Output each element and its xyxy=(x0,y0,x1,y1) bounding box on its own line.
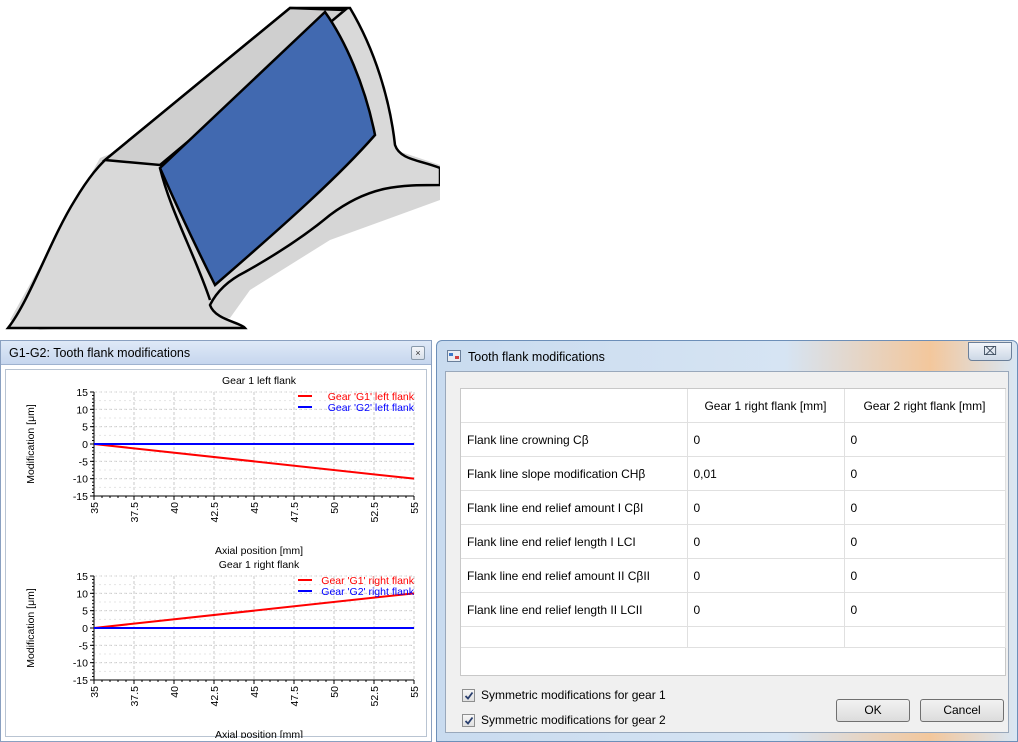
app-icon xyxy=(447,350,461,362)
x-tick-label: 35 xyxy=(89,502,101,514)
row-label: Flank line end relief length II LCII xyxy=(461,592,688,627)
chart-title: Gear 1 right flank xyxy=(219,559,300,571)
chart-window-title: G1-G2: Tooth flank modifications xyxy=(9,346,191,360)
checkbox-gear1-label: Symmetric modifications for gear 1 xyxy=(481,688,666,702)
y-tick-label: 0 xyxy=(82,623,88,635)
gear2-value-cell[interactable]: 0 xyxy=(844,524,1006,559)
x-tick-label: 35 xyxy=(89,686,101,698)
header-gear2: Gear 2 right flank [mm] xyxy=(844,389,1006,423)
legend-entry: Gear 'G2' right flank xyxy=(321,586,414,598)
y-tick-label: -15 xyxy=(73,491,88,503)
flank-charts: Gear 1 left flank151050-5-10-1535 37.5 40 4… xyxy=(25,375,421,738)
gear-tooth-illustration xyxy=(5,6,440,330)
x-tick-label: 42.5 xyxy=(209,686,221,707)
y-tick-label: -5 xyxy=(79,456,88,468)
checkmark-icon xyxy=(464,691,474,700)
gear2-value-cell[interactable]: 0 xyxy=(844,490,1006,525)
table-row: Flank line end relief amount I CβI 0 0 xyxy=(461,490,1006,525)
gear2-value-cell[interactable]: 0 xyxy=(844,558,1006,593)
x-tick-label: 55 xyxy=(409,502,421,514)
empty-cell xyxy=(844,626,1006,648)
x-tick-label: 40 xyxy=(169,502,181,514)
y-tick-label: -10 xyxy=(73,658,88,670)
gear2-value-cell[interactable]: 0 xyxy=(844,422,1006,457)
y-tick-label: -10 xyxy=(73,474,88,486)
row-label: Flank line end relief length I LCI xyxy=(461,524,688,559)
tooth-flank-dialog: Tooth flank modifications ⌧ Gear 1 right… xyxy=(436,340,1018,742)
x-tick-label: 55 xyxy=(409,686,421,698)
gear2-value-cell[interactable]: 0 xyxy=(844,592,1006,627)
checkbox-gear1[interactable] xyxy=(462,688,475,702)
dialog-titlebar[interactable]: Tooth flank modifications ⌧ xyxy=(437,341,1017,371)
row-label: Flank line slope modification CHβ xyxy=(461,456,688,491)
x-tick-label: 47.5 xyxy=(289,502,301,523)
table-empty-row xyxy=(461,626,1006,648)
gear1-value-cell[interactable]: 0 xyxy=(687,490,845,525)
table-row: Flank line end relief amount II CβII 0 0 xyxy=(461,558,1006,593)
modifications-table: Gear 1 right flank [mm] Gear 2 right fla… xyxy=(460,388,1006,676)
x-tick-label: 52.5 xyxy=(369,502,381,523)
x-tick-label: 42.5 xyxy=(209,502,221,523)
close-icon[interactable]: × xyxy=(411,346,425,360)
row-label: Flank line end relief amount I CβI xyxy=(461,490,688,525)
x-tick-label: 37.5 xyxy=(129,686,141,707)
x-tick-label: 50 xyxy=(329,686,341,698)
x-tick-label: 45 xyxy=(249,502,261,514)
chart-window: G1-G2: Tooth flank modifications × Gear … xyxy=(0,340,432,742)
x-tick-label: 47.5 xyxy=(289,686,301,707)
checkbox-row-gear2[interactable]: Symmetric modifications for gear 2 xyxy=(462,713,666,727)
y-tick-label: -15 xyxy=(73,675,88,687)
x-tick-label: 52.5 xyxy=(369,686,381,707)
y-tick-label: 5 xyxy=(82,422,88,434)
checkbox-row-gear1[interactable]: Symmetric modifications for gear 1 xyxy=(462,688,666,702)
gear1-value-cell[interactable]: 0 xyxy=(687,422,845,457)
checkmark-icon xyxy=(464,716,474,725)
table-row: Flank line crowning Cβ 0 0 xyxy=(461,422,1006,457)
gear1-value-cell[interactable]: 0 xyxy=(687,592,845,627)
y-tick-label: 15 xyxy=(76,387,88,399)
legend-entry: Gear 'G2' left flank xyxy=(328,402,415,414)
gear1-value-cell[interactable]: 0 xyxy=(687,524,845,559)
checkbox-gear2-label: Symmetric modifications for gear 2 xyxy=(481,713,666,727)
row-label: Flank line crowning Cβ xyxy=(461,422,688,457)
y-tick-label: 15 xyxy=(76,571,88,583)
table-row: Flank line slope modification CHβ 0,01 0 xyxy=(461,456,1006,491)
gear2-value-cell[interactable]: 0 xyxy=(844,456,1006,491)
x-axis-label: Axial position [mm] xyxy=(215,729,303,738)
empty-cell xyxy=(687,626,845,648)
table-header-row: Gear 1 right flank [mm] Gear 2 right fla… xyxy=(461,389,1006,423)
x-tick-label: 40 xyxy=(169,686,181,698)
header-corner xyxy=(461,389,688,423)
checkbox-gear2[interactable] xyxy=(462,713,475,727)
ok-button[interactable]: OK xyxy=(836,699,910,722)
chart-area: Gear 1 left flank 15 10 5 0 -5 -10 -15 35 37.5 40 4… xyxy=(5,369,427,738)
x-tick-label: 45 xyxy=(249,686,261,698)
row-label: Flank line end relief amount II CβII xyxy=(461,558,688,593)
cancel-button[interactable]: Cancel xyxy=(920,699,1004,722)
dialog-title: Tooth flank modifications xyxy=(468,350,605,364)
x-tick-label: 50 xyxy=(329,502,341,514)
close-button[interactable]: ⌧ xyxy=(968,342,1012,361)
y-tick-label: 5 xyxy=(82,606,88,618)
chart-window-titlebar[interactable]: G1-G2: Tooth flank modifications × xyxy=(1,341,431,365)
y-axis-label: Modification [μm] xyxy=(25,404,37,484)
y-axis-label: Modification [μm] xyxy=(25,588,37,668)
gear1-value-cell[interactable]: 0 xyxy=(687,558,845,593)
y-tick-label: 10 xyxy=(76,404,88,416)
x-axis-label: Axial position [mm] xyxy=(215,545,303,557)
table-row: Flank line end relief length I LCI 0 0 xyxy=(461,524,1006,559)
header-gear1: Gear 1 right flank [mm] xyxy=(687,389,845,423)
gear1-value-cell[interactable]: 0,01 xyxy=(687,456,845,491)
y-tick-label: 0 xyxy=(82,439,88,451)
empty-cell xyxy=(461,626,688,648)
chart-title: Gear 1 left flank xyxy=(222,375,297,387)
x-tick-label: 37.5 xyxy=(129,502,141,523)
y-tick-label: -5 xyxy=(79,640,88,652)
dialog-body: Gear 1 right flank [mm] Gear 2 right fla… xyxy=(445,371,1009,733)
table-row: Flank line end relief length II LCII 0 0 xyxy=(461,592,1006,627)
y-tick-label: 10 xyxy=(76,588,88,600)
